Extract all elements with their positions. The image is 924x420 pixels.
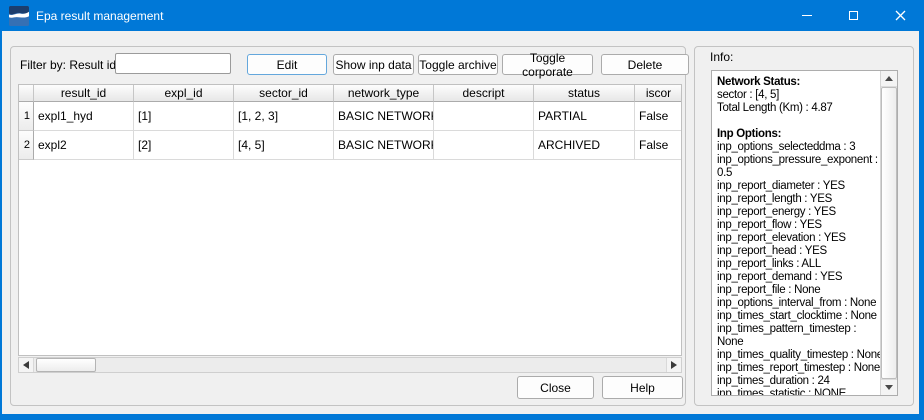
table-body: 1 expl1_hyd [1] [1, 2, 3] BASIC NETWORK PARTI… — [19, 102, 681, 160]
info-line: inp_report_diameter : YES — [717, 180, 845, 192]
show-inp-data-button[interactable]: Show inp data — [333, 54, 414, 75]
minimize-icon — [801, 15, 812, 16]
app-icon[interactable] — [9, 5, 29, 26]
scroll-right-button[interactable] — [666, 358, 681, 372]
table-cell[interactable]: [2] — [134, 131, 234, 160]
table-header-row: result_id expl_id sector_id network_type des… — [19, 85, 681, 102]
info-line: inp_report_head : YES — [717, 245, 827, 257]
info-line: inp_report_elevation : YES — [717, 232, 846, 244]
maximize-icon — [849, 11, 858, 20]
info-line — [717, 115, 878, 128]
delete-button[interactable]: Delete — [601, 54, 689, 75]
info-line: inp_times_pattern_timestep : — [717, 323, 857, 335]
info-textarea[interactable]: Network Status: sector : [4, 5] Total Leng… — [711, 70, 898, 396]
table-cell[interactable] — [434, 102, 534, 131]
info-line: inp_options_interval_from : None — [717, 297, 877, 309]
arrow-up-icon — [885, 76, 893, 81]
info-line: Network Status: — [717, 76, 801, 88]
table-cell[interactable]: False — [635, 131, 681, 160]
scroll-up-button[interactable] — [881, 71, 897, 87]
table-cell[interactable]: [1, 2, 3] — [234, 102, 334, 131]
info-line: 0.5 — [717, 167, 733, 179]
maximize-button[interactable] — [830, 0, 877, 31]
table-cell[interactable]: ARCHIVED — [534, 131, 635, 160]
info-line: None — [717, 336, 744, 348]
info-line: inp_times_quality_timestep : None — [717, 349, 880, 361]
table-cell[interactable]: BASIC NETWORK — [334, 102, 434, 131]
table-cell[interactable]: expl1_hyd — [34, 102, 134, 131]
epa-result-management-window: Epa result management Filter by: Result … — [0, 0, 924, 420]
horizontal-scrollbar-thumb[interactable] — [36, 358, 96, 372]
table-cell[interactable]: [4, 5] — [234, 131, 334, 160]
close-dialog-button[interactable]: Close — [517, 376, 594, 399]
table-corner-cell[interactable] — [19, 85, 34, 102]
info-label: Info: — [710, 50, 734, 64]
table-row[interactable]: 2 expl2 [2] [4, 5] BASIC NETWORK ARCHIVED Fals… — [19, 131, 681, 160]
column-header-expl_id[interactable]: expl_id — [134, 85, 234, 102]
titlebar[interactable]: Epa result management — [0, 0, 924, 31]
column-header-network_type[interactable]: network_type — [334, 85, 434, 102]
info-content: Network Status: sector : [4, 5] Total Leng… — [712, 71, 880, 395]
arrow-down-icon — [885, 385, 893, 390]
info-line: Inp Options: — [717, 128, 782, 140]
info-line: inp_times_start_clocktime : None — [717, 310, 877, 322]
info-line: inp_options_selecteddma : 3 — [717, 141, 856, 153]
close-button[interactable] — [877, 0, 924, 31]
column-header-result_id[interactable]: result_id — [34, 85, 134, 102]
vertical-scrollbar-thumb[interactable] — [881, 87, 897, 379]
minimize-button[interactable] — [783, 0, 830, 31]
table-cell[interactable]: PARTIAL — [534, 102, 635, 131]
info-line: inp_times_duration : 24 — [717, 375, 830, 387]
scroll-down-button[interactable] — [881, 379, 897, 395]
info-line: Total Length (Km) : 4.87 — [717, 102, 833, 114]
info-line: inp_report_demand : YES — [717, 271, 843, 283]
info-line: inp_report_flow : YES — [717, 219, 822, 231]
toggle-archive-button[interactable]: Toggle archive — [418, 54, 498, 75]
window-controls — [783, 0, 924, 31]
column-header-status[interactable]: status — [534, 85, 635, 102]
info-line: sector : [4, 5] — [717, 89, 779, 101]
table-row[interactable]: 1 expl1_hyd [1] [1, 2, 3] BASIC NETWORK PARTI… — [19, 102, 681, 131]
info-line: inp_report_energy : YES — [717, 206, 836, 218]
info-line: inp_report_file : None — [717, 284, 821, 296]
edit-button[interactable]: Edit — [247, 54, 327, 75]
row-header[interactable]: 2 — [19, 131, 34, 160]
arrow-left-icon — [23, 361, 29, 369]
column-header-iscor[interactable]: iscor — [635, 85, 681, 102]
row-header[interactable]: 1 — [19, 102, 34, 131]
info-line: inp_options_pressure_exponent : — [717, 154, 878, 166]
dialog-client-area: Filter by: Result id Edit Show inp data … — [2, 31, 919, 414]
info-line: inp_times_statistic : NONE — [717, 388, 846, 395]
table-horizontal-scrollbar[interactable] — [18, 357, 682, 373]
column-header-descript[interactable]: descript — [434, 85, 534, 102]
table-cell[interactable]: expl2 — [34, 131, 134, 160]
results-table: result_id expl_id sector_id network_type des… — [18, 84, 682, 356]
window-title: Epa result management — [36, 8, 164, 23]
info-line: inp_report_length : YES — [717, 193, 833, 205]
arrow-right-icon — [671, 361, 677, 369]
table-cell[interactable]: BASIC NETWORK — [334, 131, 434, 160]
table-cell[interactable]: [1] — [134, 102, 234, 131]
column-header-sector_id[interactable]: sector_id — [234, 85, 334, 102]
info-line: inp_report_links : ALL — [717, 258, 821, 270]
filter-input[interactable] — [115, 53, 231, 74]
close-icon — [895, 10, 906, 21]
info-vertical-scrollbar[interactable] — [880, 71, 897, 395]
toggle-corporate-button[interactable]: Toggle corporate — [502, 51, 593, 79]
help-button[interactable]: Help — [602, 376, 683, 399]
filter-label: Filter by: Result id — [20, 58, 117, 72]
info-line: inp_times_report_timestep : None — [717, 362, 880, 374]
table-cell[interactable] — [434, 131, 534, 160]
table-cell[interactable]: False — [635, 102, 681, 131]
scroll-left-button[interactable] — [19, 358, 34, 372]
